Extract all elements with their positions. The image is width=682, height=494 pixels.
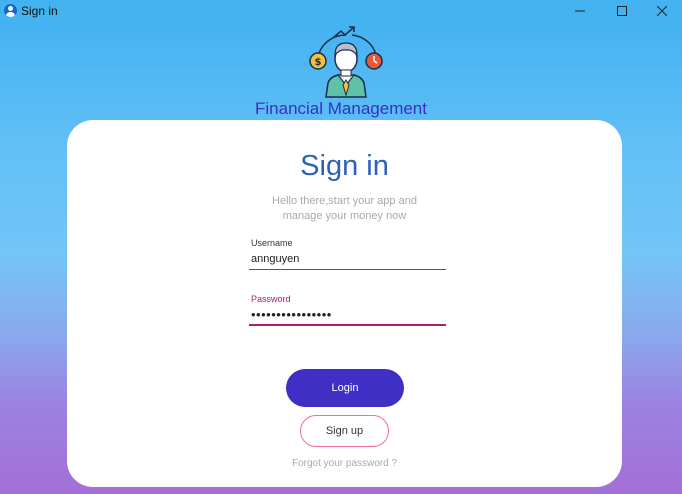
maximize-icon [617, 6, 627, 16]
minimize-icon [575, 10, 585, 12]
minimize-button[interactable] [558, 0, 602, 22]
username-field[interactable] [249, 249, 446, 270]
password-label: Password [251, 294, 291, 304]
close-button[interactable] [640, 0, 682, 22]
user-circle-icon [4, 4, 17, 17]
username-label: Username [251, 238, 293, 248]
financial-manager-icon: $ [309, 26, 383, 98]
page-title: Sign in [300, 150, 389, 182]
forgot-password-link[interactable]: Forgot your password ? [67, 458, 622, 469]
login-button[interactable]: Login [286, 369, 404, 407]
signin-card: Sign in Hello there,start your app and m… [67, 120, 622, 487]
signin-subtitle: Hello there,start your app and manage yo… [67, 194, 622, 224]
app-title: Financial Management [255, 99, 427, 118]
password-field[interactable] [249, 304, 446, 326]
title-bar: Sign in [0, 0, 682, 22]
window-title: Sign in [21, 4, 58, 18]
signup-button[interactable]: Sign up [300, 415, 389, 447]
subtitle-line: Hello there,start your app and [272, 195, 417, 207]
svg-text:$: $ [315, 57, 322, 68]
maximize-button[interactable] [600, 0, 644, 22]
close-icon [657, 6, 667, 16]
subtitle-line: manage your money now [282, 210, 407, 222]
